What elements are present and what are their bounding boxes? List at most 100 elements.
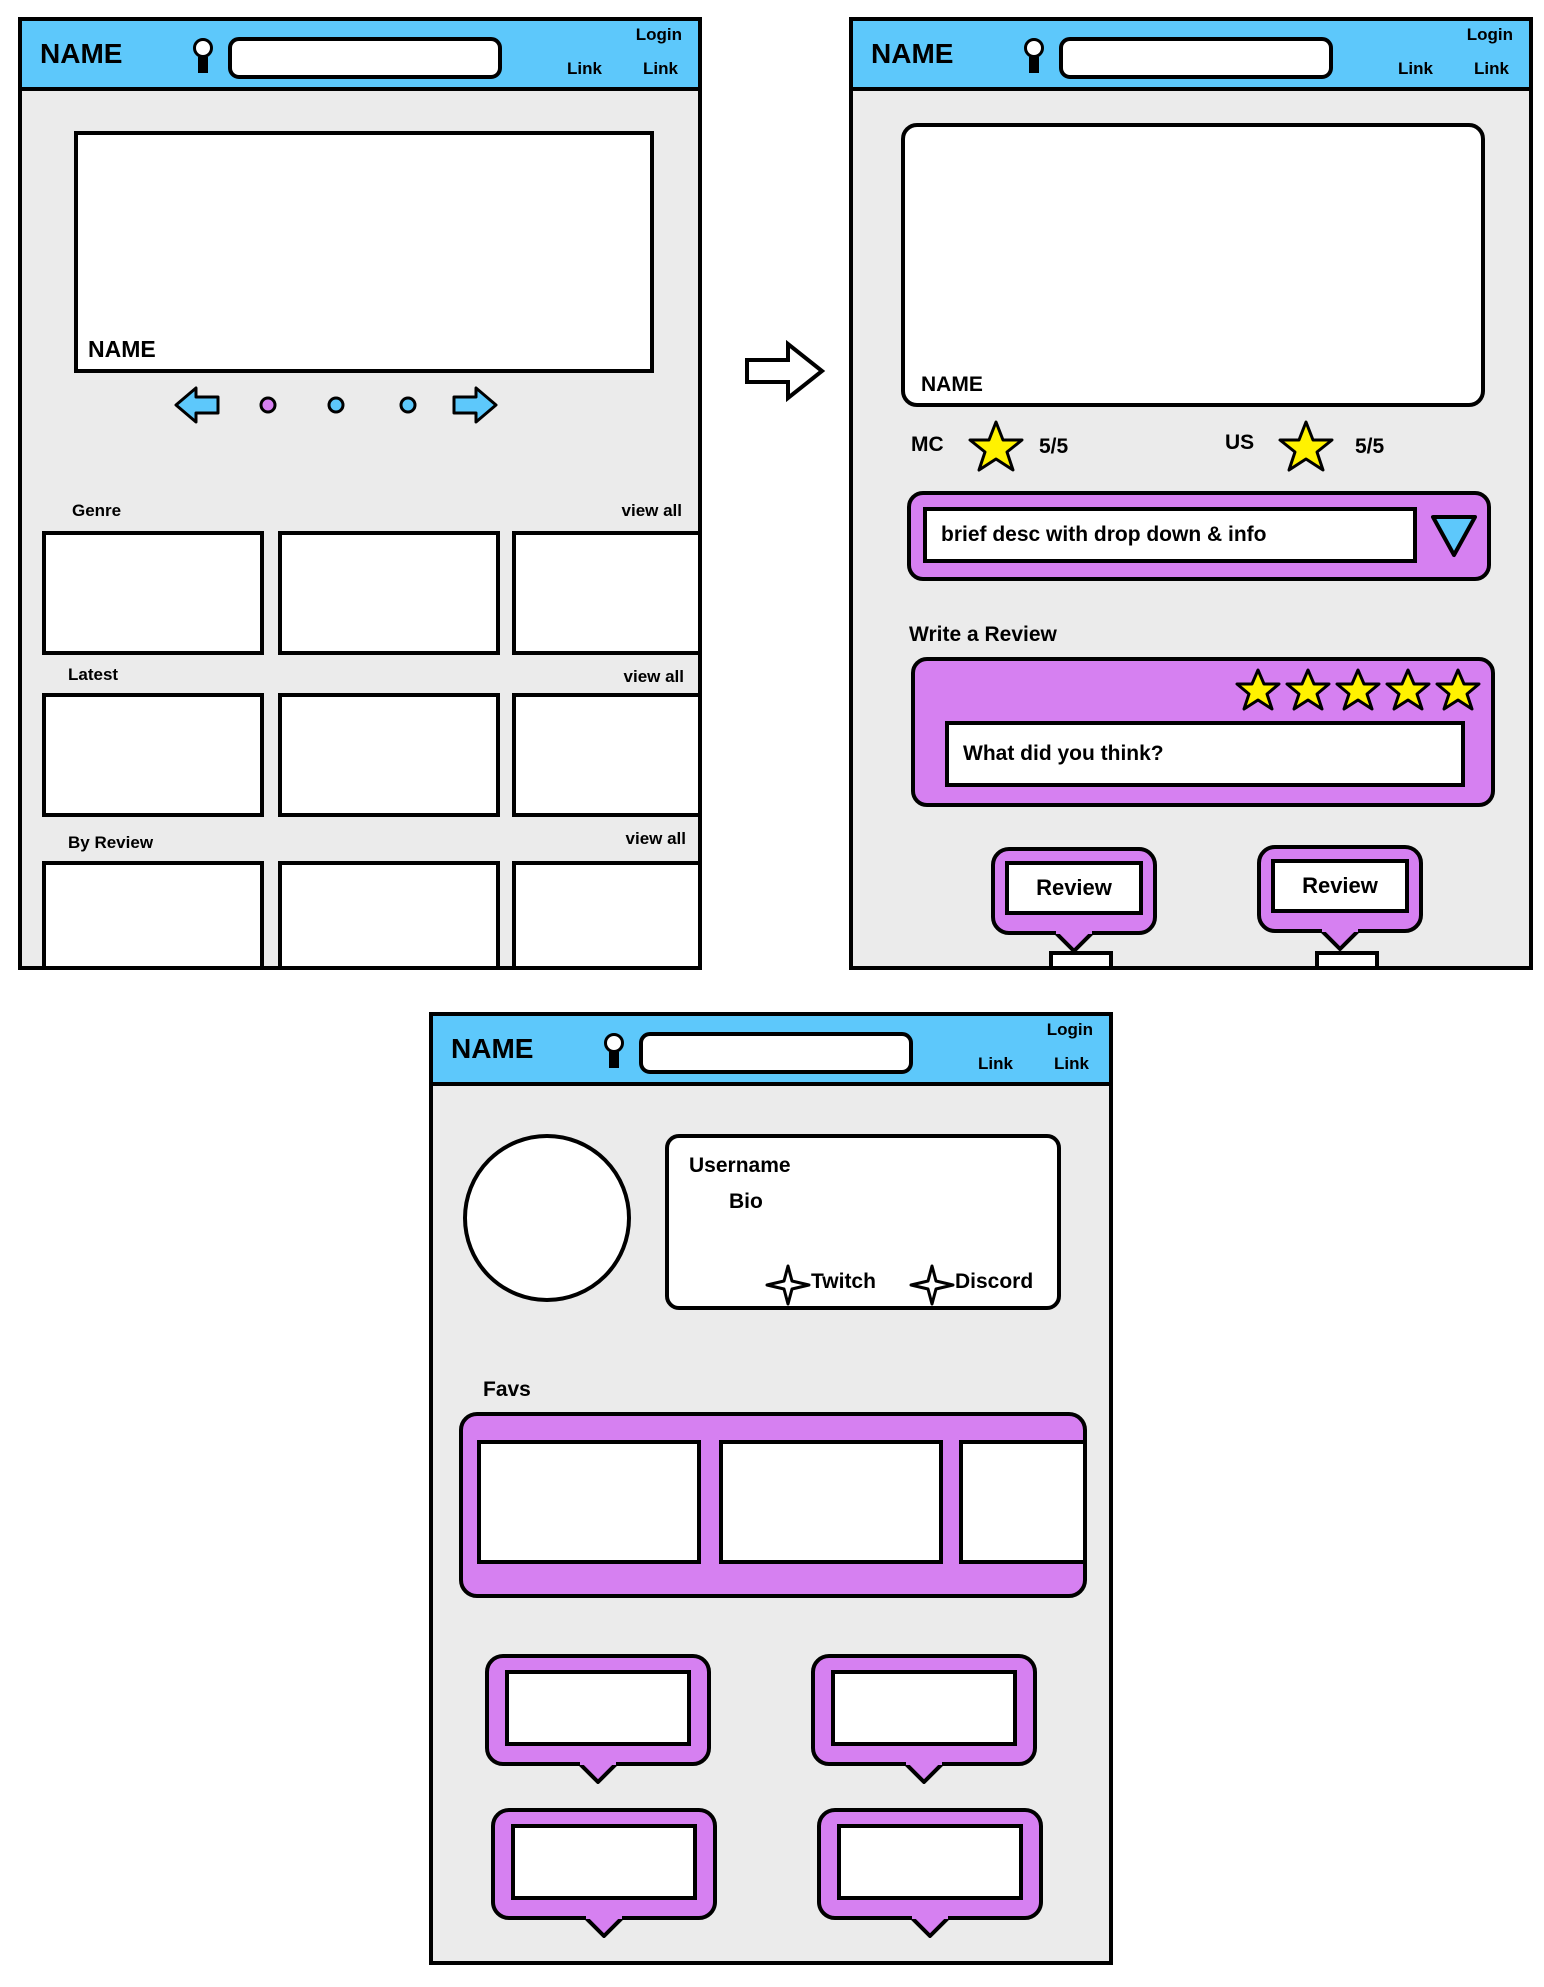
review-bubble-1[interactable]: [485, 1654, 711, 1784]
description-text-box: brief desc with drop down & info: [923, 507, 1417, 563]
genre-card-3[interactable]: [512, 531, 698, 655]
nav-link-2[interactable]: Link: [643, 59, 678, 79]
nav-link-1[interactable]: Link: [567, 59, 602, 79]
review-stub-1: [1049, 951, 1113, 966]
review-button-label: Review: [1036, 875, 1112, 900]
review-input[interactable]: What did you think?: [945, 721, 1465, 787]
carousel-dot-2[interactable]: [326, 395, 346, 415]
detail-title: NAME: [921, 373, 983, 396]
hero-banner[interactable]: NAME: [74, 131, 654, 373]
review-bubble-4[interactable]: [817, 1808, 1043, 1938]
bubble-content: [837, 1824, 1023, 1900]
favs-heading: Favs: [483, 1378, 531, 1401]
bubble-content: [505, 1670, 691, 1746]
favs-carousel: [459, 1412, 1087, 1598]
flow-arrow-icon: [745, 340, 826, 402]
avatar[interactable]: [463, 1134, 631, 1302]
rating-stars[interactable]: [1235, 667, 1491, 715]
row-label-genre: Genre: [72, 501, 122, 520]
mc-score: 5/5: [1039, 435, 1069, 458]
write-review-heading: Write a Review: [909, 623, 1057, 646]
home-screen: NAME Login Link Link NAME Genre view all…: [18, 17, 702, 970]
review-placeholder: What did you think?: [963, 742, 1164, 765]
carousel-dot-3[interactable]: [398, 395, 418, 415]
search-input[interactable]: [228, 37, 502, 79]
bubble-tail: [904, 1762, 944, 1784]
bubble-tail: [910, 1916, 950, 1938]
bubble-tail: [578, 1762, 618, 1784]
description-dropdown[interactable]: brief desc with drop down & info: [907, 491, 1491, 581]
lightbulb-icon[interactable]: [1023, 38, 1045, 74]
latest-card-1[interactable]: [42, 693, 264, 817]
hero-title: NAME: [88, 336, 156, 362]
search-input[interactable]: [639, 1032, 913, 1074]
twitch-link[interactable]: Twitch: [811, 1270, 876, 1294]
header-bar: NAME Login Link Link: [433, 1016, 1109, 1086]
review-bubble-2[interactable]: [811, 1654, 1037, 1784]
fav-card-3[interactable]: [959, 1440, 1083, 1564]
profile-card: Username Bio Twitch Discord: [665, 1134, 1061, 1310]
header-bar: NAME Login Link Link: [853, 21, 1529, 91]
review-bubble-3[interactable]: [491, 1808, 717, 1938]
star-icon: [1235, 668, 1281, 711]
brand-name[interactable]: NAME: [871, 38, 953, 70]
genre-card-1[interactable]: [42, 531, 264, 655]
star-icon: [1278, 420, 1334, 472]
genre-card-2[interactable]: [278, 531, 500, 655]
star-icon: [1435, 668, 1481, 711]
header-bar: NAME Login Link Link: [22, 21, 698, 91]
search-input[interactable]: [1059, 37, 1333, 79]
detail-hero: NAME: [901, 123, 1485, 407]
arrow-right-icon[interactable]: [452, 385, 498, 425]
description-text: brief desc with drop down & info: [941, 523, 1267, 546]
nav-link-2[interactable]: Link: [1054, 1054, 1089, 1074]
fav-card-2[interactable]: [719, 1440, 943, 1564]
nav-link-1[interactable]: Link: [978, 1054, 1013, 1074]
profile-screen: NAME Login Link Link Username Bio Twitch…: [429, 1012, 1113, 1965]
view-all-genre[interactable]: view all: [622, 501, 682, 521]
us-label: US: [1225, 431, 1255, 454]
mc-label: MC: [911, 433, 944, 456]
login-link[interactable]: Login: [1047, 1020, 1093, 1040]
review-button-label-box: Review: [1005, 861, 1143, 915]
brand-name[interactable]: NAME: [40, 38, 122, 70]
star-icon: [1335, 668, 1381, 711]
login-link[interactable]: Login: [1467, 25, 1513, 45]
latest-card-2[interactable]: [278, 693, 500, 817]
bubble-content: [511, 1824, 697, 1900]
review-button-1[interactable]: Review: [991, 847, 1157, 953]
review-form: What did you think?: [911, 657, 1495, 807]
row-label-by-review: By Review: [68, 833, 154, 852]
dropdown-triangle-icon[interactable]: [1429, 513, 1479, 559]
sparkle-icon: [765, 1264, 811, 1306]
arrow-left-icon[interactable]: [174, 385, 220, 425]
review-card-2[interactable]: [278, 861, 500, 966]
brand-name[interactable]: NAME: [451, 1033, 533, 1065]
us-score: 5/5: [1355, 435, 1385, 458]
review-card-1[interactable]: [42, 861, 264, 966]
lightbulb-icon[interactable]: [603, 1033, 625, 1069]
fav-card-1[interactable]: [477, 1440, 701, 1564]
view-all-by-review[interactable]: view all: [626, 829, 686, 849]
star-icon: [1285, 668, 1331, 711]
review-button-label: Review: [1302, 873, 1378, 898]
bubble-content: [831, 1670, 1017, 1746]
star-icon: [1385, 668, 1431, 711]
bubble-tail: [1320, 929, 1360, 951]
review-button-label-box: Review: [1271, 859, 1409, 913]
bio: Bio: [729, 1190, 763, 1213]
nav-link-1[interactable]: Link: [1398, 59, 1433, 79]
row-label-latest: Latest: [68, 665, 119, 684]
login-link[interactable]: Login: [636, 25, 682, 45]
nav-link-2[interactable]: Link: [1474, 59, 1509, 79]
carousel-dot-1[interactable]: [258, 395, 278, 415]
detail-screen: NAME Login Link Link NAME MC 5/5 US 5/5 …: [849, 17, 1533, 970]
lightbulb-icon[interactable]: [192, 38, 214, 74]
view-all-latest[interactable]: view all: [624, 667, 684, 687]
review-card-3[interactable]: [512, 861, 698, 966]
bubble-tail: [584, 1916, 624, 1938]
username: Username: [689, 1154, 791, 1177]
discord-link[interactable]: Discord: [955, 1270, 1033, 1294]
review-button-2[interactable]: Review: [1257, 845, 1423, 951]
latest-card-3[interactable]: [512, 693, 698, 817]
